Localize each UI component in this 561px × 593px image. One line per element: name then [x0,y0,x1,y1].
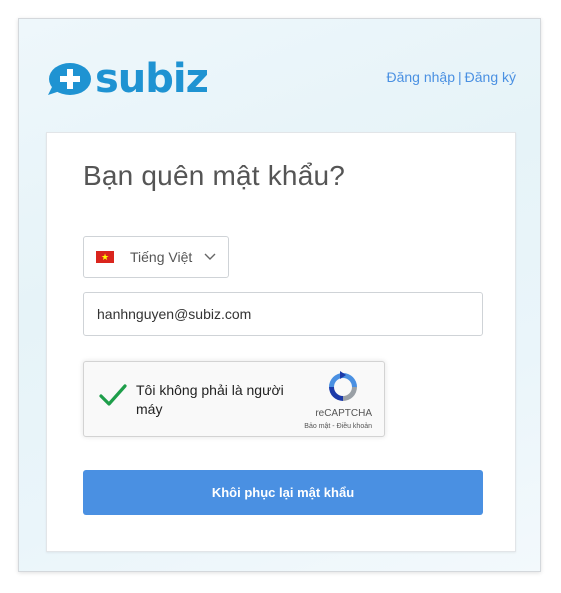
chevron-down-icon [204,253,216,261]
recaptcha-label: Tôi không phải là người máy [136,382,284,417]
reset-password-button[interactable]: Khôi phục lại mật khẩu [83,470,483,515]
forgot-password-card: Bạn quên mật khẩu? ★ Tiếng Việt Tôi khôn… [46,132,516,552]
register-link[interactable]: Đăng ký [465,69,516,85]
language-select[interactable]: ★ Tiếng Việt [83,236,229,278]
recaptcha-terms-link[interactable]: Bảo mật - Điều khoản [304,423,372,430]
vietnam-flag-icon: ★ [96,251,114,263]
language-label: Tiếng Việt [130,249,193,265]
recaptcha-logo-icon [326,370,360,409]
login-link[interactable]: Đăng nhập [386,69,455,85]
recaptcha-brand: reCAPTCHA [315,408,372,419]
checkmark-icon[interactable] [98,382,128,413]
logo-text: subiz [95,56,209,102]
speech-bubble-plus-icon [48,63,91,95]
page-title: Bạn quên mật khẩu? [83,160,346,191]
email-field[interactable] [83,292,483,336]
recaptcha-widget: Tôi không phải là người máy reCAPTCHA Bả… [83,361,385,437]
subiz-logo[interactable]: subiz [46,56,209,102]
link-separator: | [458,69,462,85]
login-frame: subiz Đăng nhập | Đăng ký Bạn quên mật khẩ… [18,18,541,572]
auth-links: Đăng nhập | Đăng ký [386,69,516,85]
